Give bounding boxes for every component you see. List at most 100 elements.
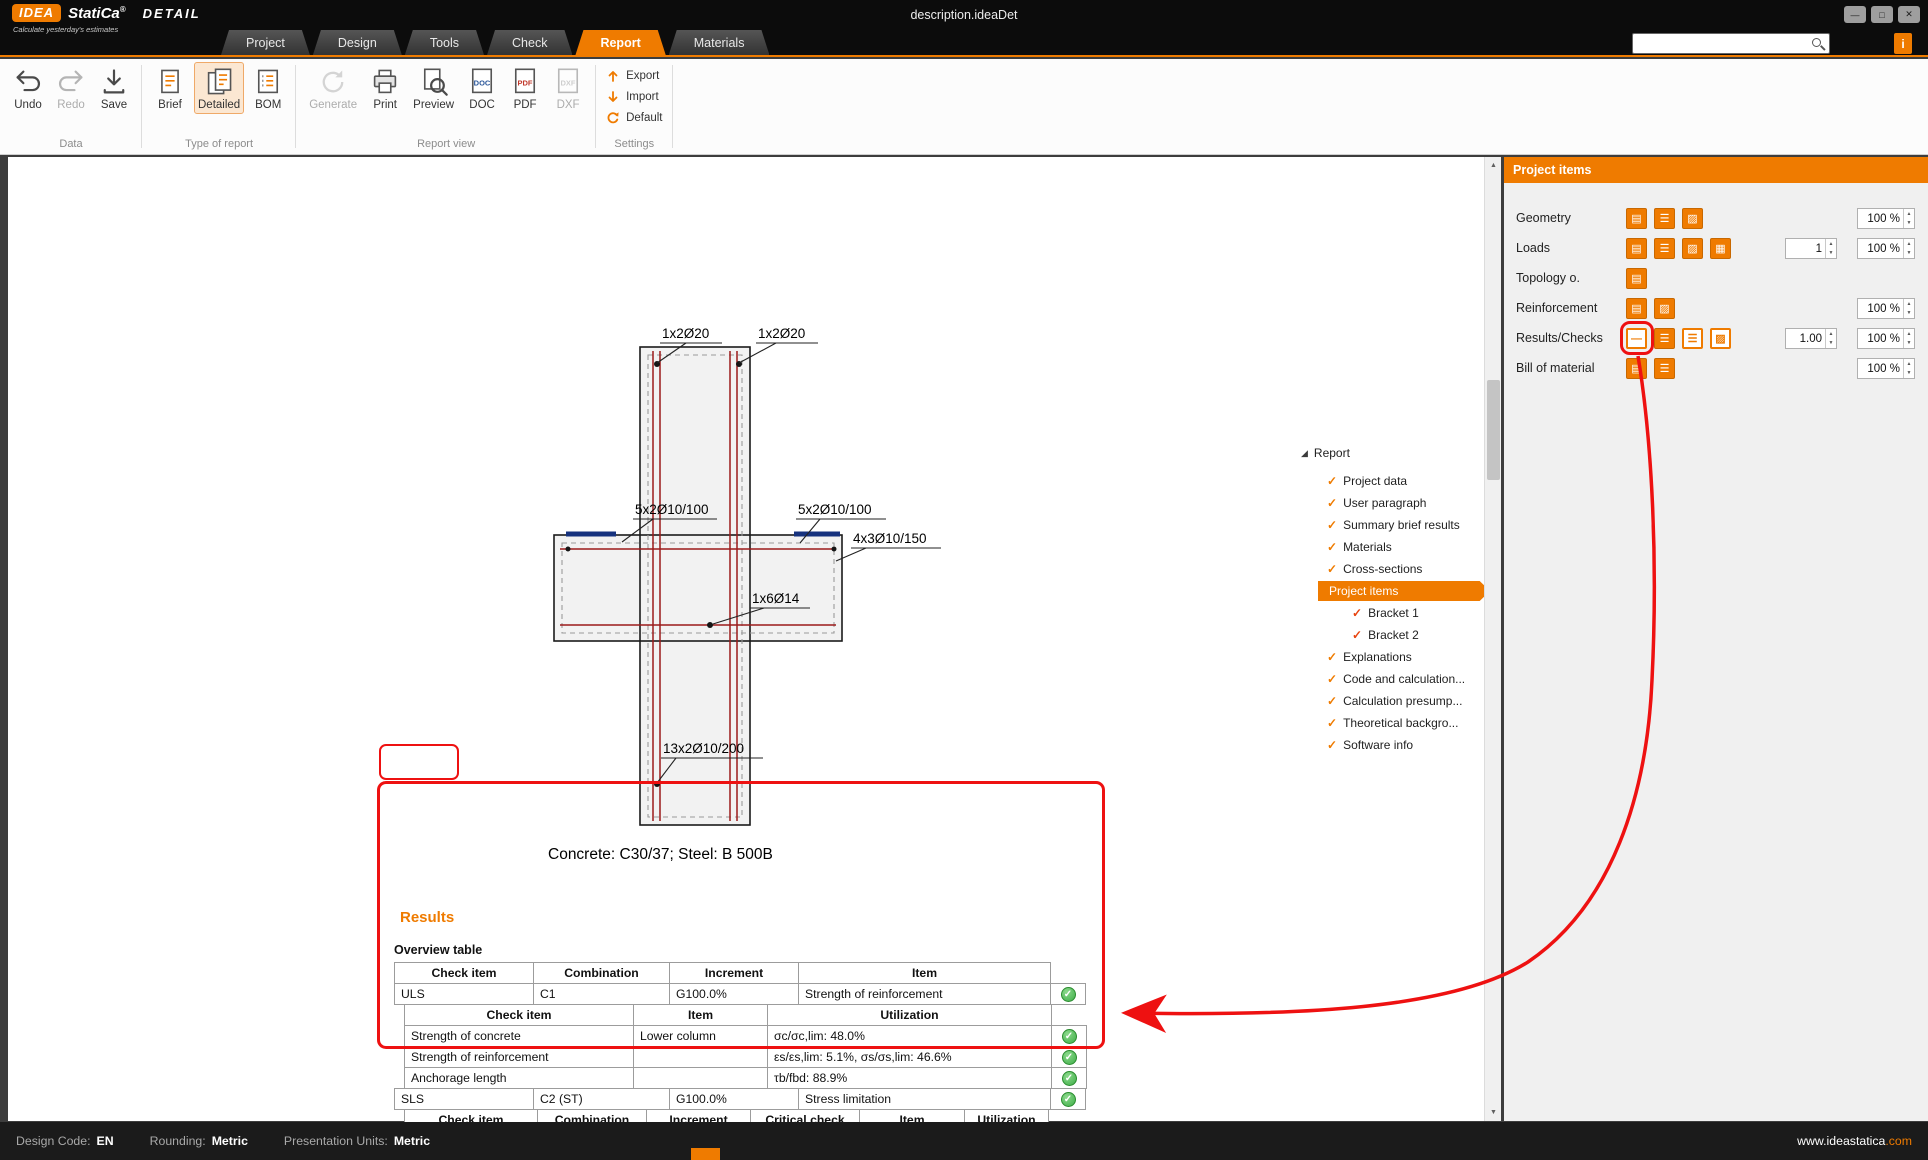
checkbox-checked-icon[interactable]: ✓ (1327, 672, 1337, 686)
spinner-up-icon[interactable]: ▲ (1826, 329, 1836, 339)
ribbon-default-button[interactable]: Default (605, 110, 663, 126)
spinner-down-icon[interactable]: ▼ (1904, 369, 1914, 379)
percent-spinner[interactable]: 100 %▲▼ (1857, 238, 1915, 259)
minimized-output-icon[interactable]: — (1626, 328, 1647, 349)
scroll-up-icon[interactable]: ▲ (1485, 157, 1502, 174)
tab-project[interactable]: Project (221, 30, 310, 55)
tab-check[interactable]: Check (487, 30, 572, 55)
percent-spinner[interactable]: 100 %▲▼ (1857, 298, 1915, 319)
ribbon-detailed-button[interactable]: Detailed (194, 62, 244, 114)
website-link[interactable]: www.ideastatica.com (1797, 1134, 1912, 1148)
tab-materials[interactable]: Materials (669, 30, 770, 55)
spinner-up-icon[interactable]: ▲ (1904, 359, 1914, 369)
detail-table-icon[interactable]: ☰ (1682, 328, 1703, 349)
table-cell: ULS (394, 983, 534, 1005)
spinner-up-icon[interactable]: ▲ (1904, 329, 1914, 339)
tree-item-bracket-2[interactable]: ✓Bracket 2 (1301, 624, 1501, 646)
info-button[interactable]: i (1894, 33, 1912, 54)
checkbox-checked-icon[interactable]: ✓ (1352, 606, 1362, 620)
tree-item-software-info[interactable]: ✓Software info (1301, 734, 1501, 756)
minimize-button[interactable]: — (1844, 6, 1866, 23)
table-cell: Anchorage length (404, 1067, 634, 1089)
percent-spinner[interactable]: 100 %▲▼ (1857, 358, 1915, 379)
checkbox-checked-icon[interactable]: ✓ (1327, 540, 1337, 554)
checkbox-checked-icon[interactable]: ✓ (1327, 694, 1337, 708)
window-title: description.ideaDet (0, 8, 1928, 22)
picture-icon[interactable]: ▨ (1682, 208, 1703, 229)
spinner-value: 100 % (1858, 239, 1903, 258)
table-icon[interactable]: ☰ (1654, 238, 1675, 259)
tree-item-code-and-calculation[interactable]: ✓Code and calculation... (1301, 668, 1501, 690)
report-icon[interactable]: ▤ (1626, 358, 1647, 379)
tree-item-summary-brief-results[interactable]: ✓Summary brief results (1301, 514, 1501, 536)
spinner-up-icon[interactable]: ▲ (1904, 299, 1914, 309)
report-icon[interactable]: ▤ (1626, 238, 1647, 259)
spinner-down-icon[interactable]: ▼ (1904, 219, 1914, 229)
percent-spinner[interactable]: 100 %▲▼ (1857, 328, 1915, 349)
scrollbar-thumb[interactable] (1487, 380, 1500, 480)
table-icon[interactable]: ☰ (1654, 358, 1675, 379)
report-icon[interactable]: ▤ (1626, 298, 1647, 319)
table-cell: Strength of reinforcement (404, 1046, 634, 1068)
ribbon-pdf-button[interactable]: PDFPDF (506, 62, 544, 114)
tab-report[interactable]: Report (575, 30, 665, 55)
checkbox-checked-icon[interactable]: ✓ (1352, 628, 1362, 642)
tree-item-theoretical-backgro[interactable]: ✓Theoretical backgro... (1301, 712, 1501, 734)
ribbon-export-button[interactable]: Export (605, 68, 660, 84)
search-input[interactable] (1637, 35, 1809, 52)
count-spinner[interactable]: 1▲▼ (1785, 238, 1837, 259)
vertical-scrollbar[interactable]: ▲ ▼ (1484, 157, 1501, 1121)
table-icon[interactable]: ☰ (1654, 328, 1675, 349)
picture-icon[interactable]: ▨ (1682, 238, 1703, 259)
scroll-down-icon[interactable]: ▼ (1485, 1104, 1502, 1121)
checkbox-checked-icon[interactable]: ✓ (1327, 562, 1337, 576)
picture-icon[interactable]: ▨ (1654, 298, 1675, 319)
checkbox-checked-icon[interactable]: ✓ (1327, 474, 1337, 488)
tree-item-project-items-selected[interactable]: Project items (1318, 581, 1490, 601)
ribbon-undo-button[interactable]: Undo (9, 62, 47, 114)
spinner-up-icon[interactable]: ▲ (1904, 209, 1914, 219)
ribbon-save-button[interactable]: Save (95, 62, 133, 114)
ribbon-print-button[interactable]: Print (366, 62, 404, 114)
report-icon[interactable]: ▤ (1626, 268, 1647, 289)
ribbon-brief-button[interactable]: Brief (151, 62, 189, 114)
checkbox-checked-icon[interactable]: ✓ (1327, 716, 1337, 730)
panel-row-label: Topology o. (1516, 271, 1580, 285)
percent-spinner[interactable]: 100 %▲▼ (1857, 208, 1915, 229)
ribbon-preview-button[interactable]: Preview (409, 62, 458, 114)
search-box[interactable] (1632, 33, 1830, 54)
ribbon-doc-button[interactable]: DOCDOC (463, 62, 501, 114)
checkbox-checked-icon[interactable]: ✓ (1327, 496, 1337, 510)
tree-item-calculation-presump[interactable]: ✓Calculation presump... (1301, 690, 1501, 712)
spinner-down-icon[interactable]: ▼ (1904, 339, 1914, 349)
maximize-button[interactable]: □ (1871, 6, 1893, 23)
ribbon-import-button[interactable]: Import (605, 89, 660, 105)
tree-item-cross-sections[interactable]: ✓Cross-sections (1301, 558, 1501, 580)
checkbox-checked-icon[interactable]: ✓ (1327, 738, 1337, 752)
spinner-up-icon[interactable]: ▲ (1904, 239, 1914, 249)
tree-item-project-data[interactable]: ✓Project data (1301, 470, 1501, 492)
spinner-down-icon[interactable]: ▼ (1826, 339, 1836, 349)
close-button[interactable]: ✕ (1898, 6, 1920, 23)
ribbon-bom-button[interactable]: BOM (249, 62, 287, 114)
grid-icon[interactable]: ▦ (1710, 238, 1731, 259)
tree-item-explanations[interactable]: ✓Explanations (1301, 646, 1501, 668)
report-icon[interactable]: ▤ (1626, 208, 1647, 229)
spinner-down-icon[interactable]: ▼ (1904, 249, 1914, 259)
tree-expander-icon[interactable]: ◢ (1301, 448, 1308, 459)
tree-item-bracket-1[interactable]: ✓Bracket 1 (1301, 602, 1501, 624)
tab-design[interactable]: Design (313, 30, 402, 55)
tree-item-materials[interactable]: ✓Materials (1301, 536, 1501, 558)
tree-item-user-paragraph[interactable]: ✓User paragraph (1301, 492, 1501, 514)
picture-icon[interactable]: ▨ (1710, 328, 1731, 349)
tab-tools[interactable]: Tools (405, 30, 484, 55)
count-spinner[interactable]: 1.00▲▼ (1785, 328, 1837, 349)
spinner-down-icon[interactable]: ▼ (1826, 249, 1836, 259)
checkbox-checked-icon[interactable]: ✓ (1327, 650, 1337, 664)
tree-root-report[interactable]: ◢Report (1301, 442, 1501, 464)
table-icon[interactable]: ☰ (1654, 208, 1675, 229)
search-icon[interactable] (1812, 38, 1821, 47)
spinner-up-icon[interactable]: ▲ (1826, 239, 1836, 249)
checkbox-checked-icon[interactable]: ✓ (1327, 518, 1337, 532)
spinner-down-icon[interactable]: ▼ (1904, 309, 1914, 319)
